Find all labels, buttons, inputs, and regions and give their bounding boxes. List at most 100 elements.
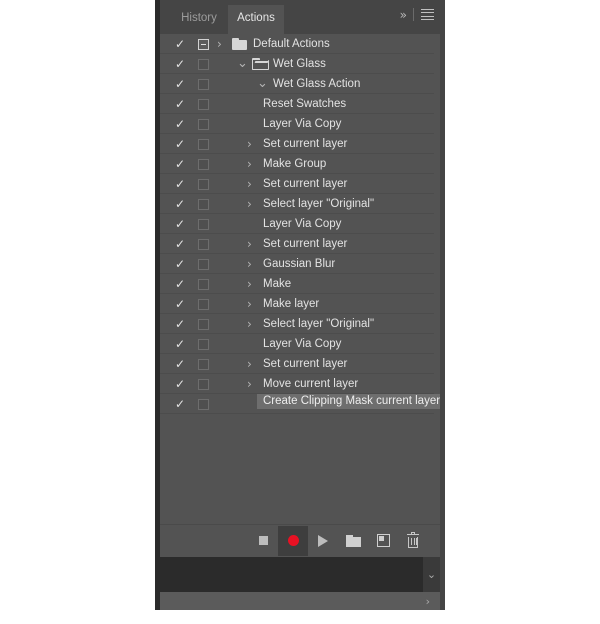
chevron-right-icon[interactable]: › (247, 254, 252, 274)
action-row-label: Layer Via Copy (263, 218, 342, 230)
toggle-item-checkbox[interactable]: ✓ (174, 358, 186, 370)
toggle-item-checkbox[interactable]: ✓ (174, 398, 186, 410)
tab-actions-label: Actions (237, 12, 275, 24)
toggle-item-checkbox[interactable]: ✓ (174, 378, 186, 390)
toggle-dialog-checkbox[interactable] (198, 259, 209, 270)
chevron-right-icon[interactable]: › (247, 314, 252, 334)
toggle-dialog-checkbox[interactable] (198, 379, 209, 390)
chevron-right-icon[interactable]: › (247, 374, 252, 394)
toggle-dialog-checkbox[interactable] (198, 339, 209, 350)
action-row-label: Set current layer (263, 178, 348, 190)
action-row[interactable]: ✓ › Set current layer (160, 174, 434, 194)
chevron-down-icon[interactable]: ⌄ (237, 54, 248, 76)
toggle-dialog-checkbox[interactable] (198, 299, 209, 310)
dock-expand-gutter[interactable]: ⌄ (423, 557, 440, 592)
action-row-label: Layer Via Copy (263, 338, 342, 350)
action-row[interactable]: ✓ Layer Via Copy (160, 214, 434, 234)
toggle-item-checkbox[interactable]: ✓ (174, 158, 186, 170)
toggle-item-checkbox[interactable]: ✓ (174, 118, 186, 130)
chevron-right-icon[interactable]: › (247, 174, 252, 194)
panel-menu-button[interactable] (421, 9, 434, 20)
toggle-item-checkbox[interactable]: ✓ (174, 198, 186, 210)
action-row[interactable]: ✓ Layer Via Copy (160, 334, 434, 354)
toggle-dialog-checkbox[interactable] (198, 59, 209, 70)
action-row-label: Default Actions (253, 38, 330, 50)
toggle-item-checkbox[interactable]: ✓ (174, 78, 186, 90)
actions-list-scroll[interactable]: ✓ › Default Actions ✓ ⌄ Wet Glass ✓ ⌄ Wet Glass … (160, 34, 440, 524)
check-icon: ✓ (174, 257, 186, 271)
check-icon: ✓ (174, 237, 186, 251)
toggle-item-checkbox[interactable]: ✓ (174, 38, 186, 50)
action-row[interactable]: ✓ › Default Actions (160, 34, 434, 54)
tab-actions[interactable]: Actions (228, 5, 284, 34)
action-row[interactable]: ✓ › Set current layer (160, 234, 434, 254)
toggle-item-checkbox[interactable]: ✓ (174, 178, 186, 190)
toggle-dialog-checkbox[interactable] (198, 359, 209, 370)
action-row[interactable]: ✓ › Set current layer (160, 134, 434, 154)
toggle-item-checkbox[interactable]: ✓ (174, 218, 186, 230)
chevron-right-icon[interactable]: › (247, 154, 252, 174)
check-icon: ✓ (174, 217, 186, 231)
toggle-dialog-checkbox[interactable] (198, 219, 209, 230)
toggle-item-checkbox[interactable]: ✓ (174, 238, 186, 250)
chevron-right-icon[interactable]: › (247, 354, 252, 374)
action-row-label: Gaussian Blur (263, 258, 336, 270)
action-row[interactable]: ✓ › Make Group (160, 154, 434, 174)
toggle-dialog-checkbox[interactable] (198, 239, 209, 250)
check-icon: ✓ (174, 57, 186, 71)
chevron-right-icon[interactable]: › (247, 134, 252, 154)
toggle-item-checkbox[interactable]: ✓ (174, 298, 186, 310)
play-icon (318, 534, 328, 547)
action-row[interactable]: ✓ › Select layer "Original" (160, 314, 434, 334)
chevron-right-icon: › (425, 594, 430, 608)
toggle-item-checkbox[interactable]: ✓ (174, 318, 186, 330)
toggle-dialog-checkbox[interactable] (198, 159, 209, 170)
play-button[interactable] (308, 526, 338, 556)
toggle-dialog-checkbox[interactable] (198, 119, 209, 130)
action-row[interactable]: ✓ Reset Swatches (160, 94, 434, 114)
action-row[interactable]: ✓ › Gaussian Blur (160, 254, 434, 274)
chevron-right-icon[interactable]: › (247, 274, 252, 294)
toggle-dialog-checkbox[interactable] (198, 399, 209, 410)
record-button[interactable] (278, 525, 308, 556)
action-row[interactable]: ✓ Layer Via Copy (160, 114, 434, 134)
toggle-dialog-checkbox[interactable] (198, 279, 209, 290)
chevron-down-icon: ⌄ (426, 568, 437, 581)
tab-history[interactable]: History (171, 5, 227, 34)
toggle-item-checkbox[interactable]: ✓ (174, 258, 186, 270)
toggle-dialog-checkbox[interactable] (198, 79, 209, 90)
toggle-item-checkbox[interactable]: ✓ (174, 98, 186, 110)
chevron-right-icon[interactable]: › (247, 234, 252, 254)
toggle-dialog-checkbox[interactable] (198, 99, 209, 110)
toggle-dialog-checkbox[interactable] (198, 199, 209, 210)
toggle-dialog-checkbox[interactable] (198, 319, 209, 330)
stop-button[interactable] (248, 526, 278, 556)
action-row[interactable]: ✓ › Make layer (160, 294, 434, 314)
action-row[interactable]: ✓ › Set current layer (160, 354, 434, 374)
action-row[interactable]: ✓ Create Clipping Mask current layer (160, 394, 440, 414)
collapse-panel-button[interactable]: » (400, 9, 407, 21)
action-row[interactable]: ✓ › Make (160, 274, 434, 294)
bottom-dock-strip[interactable]: › (160, 592, 440, 610)
record-icon (287, 535, 299, 546)
chevron-right-icon[interactable]: › (247, 194, 252, 214)
delete-button[interactable] (398, 526, 428, 556)
toggle-item-checkbox[interactable]: ✓ (174, 138, 186, 150)
toggle-item-checkbox[interactable]: ✓ (174, 338, 186, 350)
new-set-button[interactable] (338, 526, 368, 556)
chevron-right-icon[interactable]: › (247, 294, 252, 314)
toggle-item-checkbox[interactable]: ✓ (174, 278, 186, 290)
action-row[interactable]: ✓ › Select layer "Original" (160, 194, 434, 214)
chevron-right-icon[interactable]: › (217, 34, 222, 54)
toggle-dialog-checkbox[interactable] (198, 139, 209, 150)
toggle-dialog-checkbox[interactable] (198, 39, 209, 50)
action-row[interactable]: ✓ ⌄ Wet Glass (160, 54, 434, 74)
toggle-dialog-checkbox[interactable] (198, 179, 209, 190)
toggle-item-checkbox[interactable]: ✓ (174, 58, 186, 70)
action-row-label: Make (263, 278, 292, 290)
new-action-button[interactable] (368, 526, 398, 556)
folder-icon (345, 534, 361, 547)
chevron-down-icon[interactable]: ⌄ (257, 74, 268, 96)
action-row[interactable]: ✓ › Move current layer (160, 374, 434, 394)
action-row[interactable]: ✓ ⌄ Wet Glass Action (160, 74, 434, 94)
